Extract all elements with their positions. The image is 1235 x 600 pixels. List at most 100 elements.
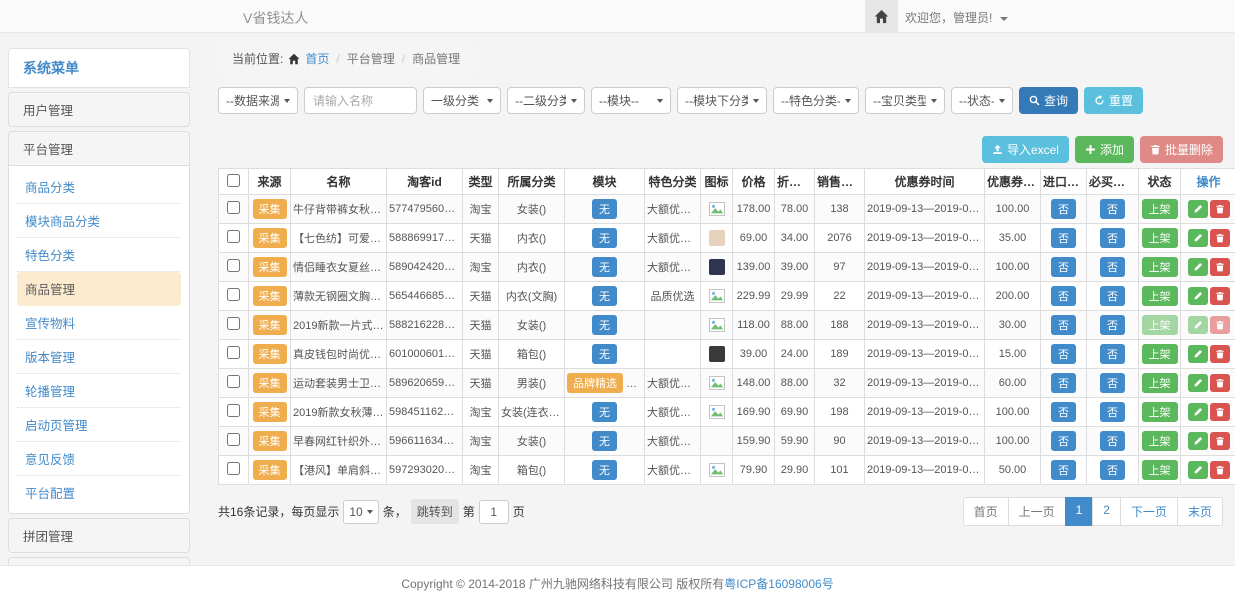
breadcrumb-home-link[interactable]: 首页 [305,50,329,67]
import-select-toggle[interactable]: 否 [1051,402,1076,422]
jump-button[interactable]: 跳转到 [411,499,459,524]
import-select-toggle[interactable]: 否 [1051,431,1076,451]
delete-button[interactable] [1210,229,1230,247]
pager-last[interactable]: 末页 [1177,497,1223,526]
sidebar-item-splash-mgmt[interactable]: 启动页管理 [17,408,181,442]
sidebar-item-module-goods-category[interactable]: 模块商品分类 [17,204,181,238]
sidebar-group-groupbuy[interactable]: 拼团管理 [8,518,190,553]
row-checkbox[interactable] [227,288,240,301]
query-button[interactable]: 查询 [1019,87,1078,114]
pager-page-2[interactable]: 2 [1092,497,1121,526]
row-checkbox[interactable] [227,201,240,214]
module-none-badge[interactable]: 无 [592,228,617,248]
sidebar-group-users[interactable]: 用户管理 [8,92,190,127]
delete-button[interactable] [1210,461,1230,479]
must-buy-toggle[interactable]: 否 [1100,315,1125,335]
add-button[interactable]: 添加 [1075,136,1134,163]
edit-button[interactable] [1188,432,1208,450]
pager-page-1[interactable]: 1 [1065,497,1094,526]
must-buy-toggle[interactable]: 否 [1100,286,1125,306]
must-buy-toggle[interactable]: 否 [1100,402,1125,422]
row-checkbox[interactable] [227,230,240,243]
batch-delete-button[interactable]: 批量删除 [1140,136,1223,163]
module-none-badge[interactable]: 无 [592,315,617,335]
delete-button[interactable] [1210,316,1230,334]
goods-name-input[interactable] [304,87,417,114]
page-size-select[interactable]: 10 [343,500,378,524]
import-select-toggle[interactable]: 否 [1051,199,1076,219]
sidebar-item-carousel-mgmt[interactable]: 轮播管理 [17,374,181,408]
must-buy-toggle[interactable]: 否 [1100,257,1125,277]
import-select-toggle[interactable]: 否 [1051,286,1076,306]
edit-button[interactable] [1188,229,1208,247]
edit-button[interactable] [1188,461,1208,479]
row-checkbox[interactable] [227,259,240,272]
status-toggle[interactable]: 上架 [1142,199,1178,219]
sidebar-item-version-mgmt[interactable]: 版本管理 [17,340,181,374]
status-toggle[interactable]: 上架 [1142,460,1178,480]
edit-button[interactable] [1188,287,1208,305]
pager-next[interactable]: 下一页 [1120,497,1178,526]
delete-button[interactable] [1210,345,1230,363]
home-button[interactable] [865,0,898,33]
row-checkbox[interactable] [227,375,240,388]
must-buy-toggle[interactable]: 否 [1100,431,1125,451]
jump-page-input[interactable] [479,500,509,524]
import-select-toggle[interactable]: 否 [1051,373,1076,393]
filter-select-status[interactable]: --状态-- [951,87,1013,114]
must-buy-toggle[interactable]: 否 [1100,228,1125,248]
filter-select-data-source[interactable]: --数据来源-- [218,87,298,114]
status-toggle[interactable]: 上架 [1142,257,1178,277]
status-toggle[interactable]: 上架 [1142,315,1178,335]
row-checkbox[interactable] [227,317,240,330]
module-none-badge[interactable]: 无 [592,402,617,422]
module-none-badge[interactable]: 无 [592,257,617,277]
sidebar-group-platform[interactable]: 平台管理 [8,131,190,166]
sidebar-item-platform-config[interactable]: 平台配置 [17,476,181,509]
module-none-badge[interactable]: 无 [592,344,617,364]
row-checkbox[interactable] [227,462,240,475]
user-menu[interactable]: 欢迎您，管理员! [905,9,1008,26]
sidebar-item-goods-category[interactable]: 商品分类 [17,170,181,204]
sidebar-item-featured-category[interactable]: 特色分类 [17,238,181,272]
module-none-badge[interactable]: 无 [592,460,617,480]
filter-select-level2-category[interactable]: --二级分类-- [507,87,585,114]
must-buy-toggle[interactable]: 否 [1100,199,1125,219]
pager-prev[interactable]: 上一页 [1008,497,1066,526]
module-none-badge[interactable]: 无 [592,431,617,451]
sidebar-item-promo-materials[interactable]: 宣传物料 [17,306,181,340]
import-select-toggle[interactable]: 否 [1051,315,1076,335]
status-toggle[interactable]: 上架 [1142,286,1178,306]
must-buy-toggle[interactable]: 否 [1100,373,1125,393]
sidebar-item-goods-mgmt[interactable]: 商品管理 [17,272,181,306]
import-excel-button[interactable]: 导入excel [982,136,1069,163]
edit-button[interactable] [1188,345,1208,363]
status-toggle[interactable]: 上架 [1142,228,1178,248]
row-checkbox[interactable] [227,346,240,359]
status-toggle[interactable]: 上架 [1142,373,1178,393]
import-select-toggle[interactable]: 否 [1051,460,1076,480]
edit-button[interactable] [1188,403,1208,421]
import-select-toggle[interactable]: 否 [1051,257,1076,277]
edit-button[interactable] [1188,200,1208,218]
row-checkbox[interactable] [227,433,240,446]
sidebar-item-feedback[interactable]: 意见反馈 [17,442,181,476]
status-toggle[interactable]: 上架 [1142,431,1178,451]
filter-select-level1-category[interactable]: 一级分类 [423,87,501,114]
edit-button[interactable] [1188,258,1208,276]
breadcrumb-platform[interactable]: 平台管理 [347,50,395,67]
delete-button[interactable] [1210,200,1230,218]
row-checkbox[interactable] [227,404,240,417]
module-none-badge[interactable]: 无 [592,286,617,306]
delete-button[interactable] [1210,403,1230,421]
delete-button[interactable] [1210,432,1230,450]
import-select-toggle[interactable]: 否 [1051,228,1076,248]
module-none-badge[interactable]: 无 [592,199,617,219]
must-buy-toggle[interactable]: 否 [1100,460,1125,480]
reset-button[interactable]: 重置 [1084,87,1143,114]
edit-button[interactable] [1188,374,1208,392]
select-all-checkbox[interactable] [227,174,240,187]
delete-button[interactable] [1210,374,1230,392]
filter-select-featured-category[interactable]: --特色分类-- [773,87,859,114]
delete-button[interactable] [1210,258,1230,276]
